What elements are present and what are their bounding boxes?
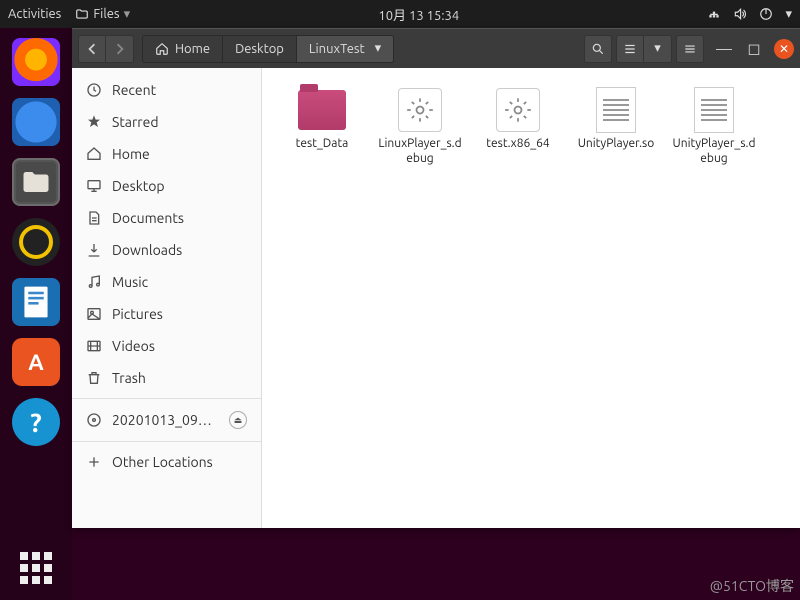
headerbar: Home Desktop LinuxTest ▾ ▾ — ◻ ✕ [72,28,800,68]
downloads-icon [86,242,102,258]
network-icon[interactable] [707,7,721,21]
file-label: LinuxPlayer_s.debug [378,136,462,166]
window-minimize-button[interactable]: — [714,39,734,59]
executable-icon [398,88,442,132]
file-item-exec[interactable]: LinuxPlayer_s.debug [374,82,466,170]
launcher-dock: ? [0,28,72,600]
file-item-folder[interactable]: test_Data [276,82,368,170]
view-options-button[interactable]: ▾ [644,35,672,63]
activities-button[interactable]: Activities [8,7,61,21]
nav-buttons [78,35,134,63]
trash-icon [86,370,102,386]
dock-show-applications[interactable] [12,552,60,600]
dock-app-thunderbird[interactable] [12,98,60,146]
activities-label: Activities [8,7,61,21]
folder-icon [21,169,51,195]
path-seg-desktop[interactable]: Desktop [223,35,297,63]
file-label: UnityPlayer_s.debug [672,136,756,166]
desktop-icon [86,178,102,194]
watermark: @51CTO博客 [710,576,794,596]
files-icon [75,7,89,21]
hamburger-icon [683,42,697,56]
videos-icon [86,338,102,354]
forward-button[interactable] [106,35,134,63]
dock-app-writer[interactable] [12,278,60,326]
places-sidebar: Recent Starred Home Desktop Documents Do… [72,68,262,528]
sidebar-item-documents[interactable]: Documents [72,202,261,234]
file-item-text[interactable]: UnityPlayer_s.debug [668,82,760,170]
chevron-left-icon [86,43,98,55]
list-icon [623,42,637,56]
sidebar-separator [72,441,261,442]
sidebar-item-recent[interactable]: Recent [72,74,261,106]
folder-icon [298,90,346,130]
text-file-icon [694,87,734,133]
sidebar-item-trash[interactable]: Trash [72,362,261,394]
files-window: Home Desktop LinuxTest ▾ ▾ — ◻ ✕ Recent … [72,28,800,528]
sidebar-item-starred[interactable]: Starred [72,106,261,138]
document-icon [20,284,52,320]
file-label: test_Data [296,136,349,151]
dock-app-rhythmbox[interactable] [12,218,60,266]
sidebar-item-other-locations[interactable]: Other Locations [72,446,261,478]
text-file-icon [596,87,636,133]
dock-app-files[interactable] [12,158,60,206]
system-menu-arrow-icon[interactable]: ▾ [785,7,792,22]
file-label: UnityPlayer.so [578,136,655,151]
hamburger-menu-button[interactable] [676,35,704,63]
home-icon [86,146,102,162]
dock-app-help[interactable]: ? [12,398,60,446]
sidebar-item-music[interactable]: Music [72,266,261,298]
dock-app-firefox[interactable] [12,38,60,86]
clock-icon [86,82,102,98]
documents-icon [86,210,102,226]
executable-icon [496,88,540,132]
sidebar-item-desktop[interactable]: Desktop [72,170,261,202]
star-icon [86,114,102,130]
sidebar-item-pictures[interactable]: Pictures [72,298,261,330]
disk-icon [86,412,102,428]
search-button[interactable] [584,35,612,63]
path-seg-current[interactable]: LinuxTest ▾ [297,35,394,63]
volume-icon[interactable] [733,7,747,21]
power-icon[interactable] [759,7,773,21]
sidebar-item-videos[interactable]: Videos [72,330,261,362]
sidebar-separator [72,398,261,399]
plus-icon [86,454,102,470]
sidebar-item-disk[interactable]: 20201013_09…⏏ [72,403,261,437]
app-menu-label: Files [93,7,119,21]
home-icon [155,42,169,56]
dock-app-software[interactable] [12,338,60,386]
music-icon [86,274,102,290]
path-menu-arrow-icon: ▾ [375,41,382,56]
eject-button[interactable]: ⏏ [229,411,247,429]
clock[interactable]: 10月 13 15:34 [130,5,707,24]
pathbar: Home Desktop LinuxTest ▾ [142,35,394,63]
file-item-exec[interactable]: test.x86_64 [472,82,564,170]
pictures-icon [86,306,102,322]
path-home[interactable]: Home [142,35,223,63]
window-close-button[interactable]: ✕ [774,39,794,59]
search-icon [591,42,605,56]
gnome-top-panel: Activities Files ▾ 10月 13 15:34 ▾ [0,0,800,28]
window-maximize-button[interactable]: ◻ [744,39,764,59]
chevron-right-icon [114,43,126,55]
file-label: test.x86_64 [486,136,549,151]
file-item-text[interactable]: UnityPlayer.so [570,82,662,170]
file-grid[interactable]: test_Data LinuxPlayer_s.debug test.x86_6… [262,68,800,528]
chevron-down-icon: ▾ [654,41,661,56]
view-icons-button[interactable] [616,35,644,63]
sidebar-item-downloads[interactable]: Downloads [72,234,261,266]
back-button[interactable] [78,35,106,63]
app-menu[interactable]: Files ▾ [75,7,130,22]
sidebar-item-home[interactable]: Home [72,138,261,170]
